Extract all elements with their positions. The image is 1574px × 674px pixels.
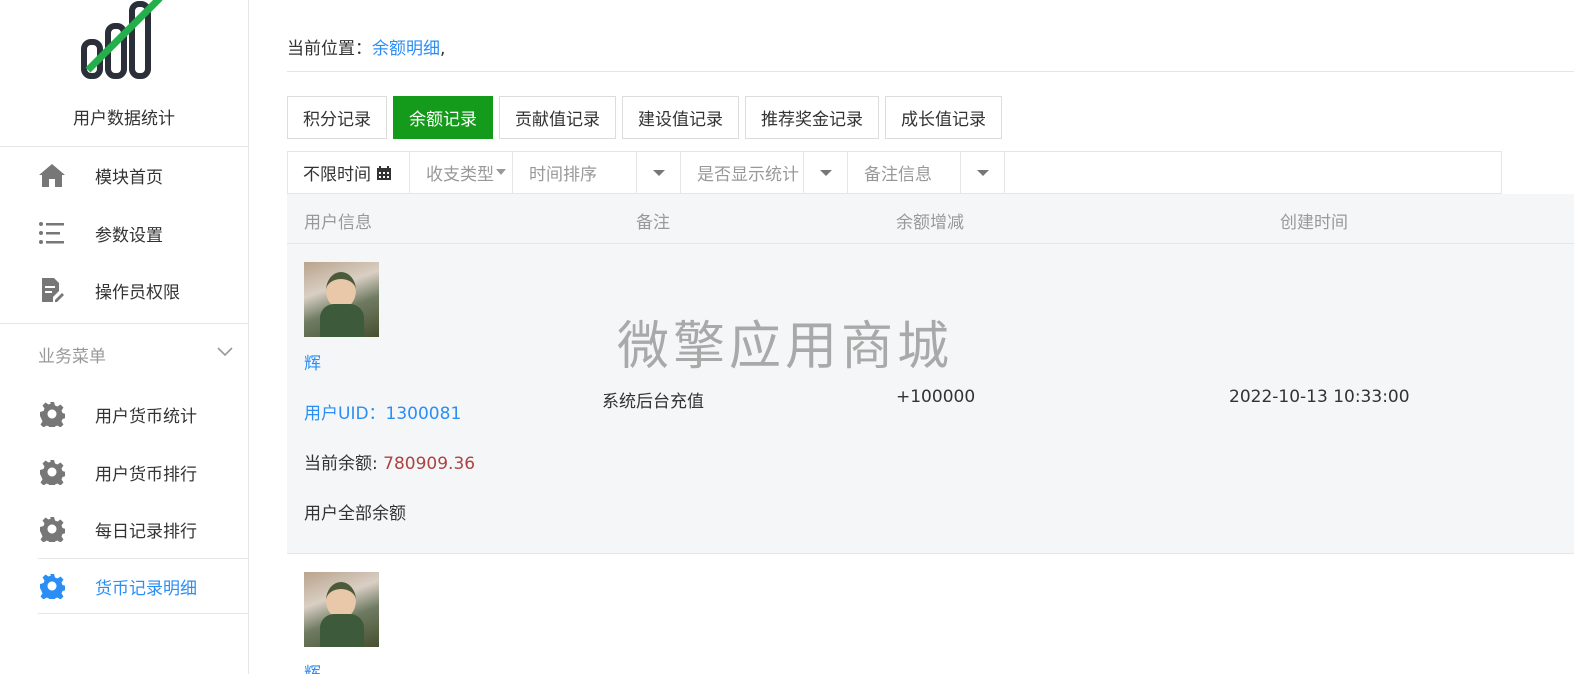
uid-label: 用户UID：	[304, 404, 386, 424]
gear-icon	[38, 458, 66, 486]
caret-down-icon	[652, 169, 665, 176]
remark-cell: 系统后台充值	[602, 392, 704, 412]
tab-growth-record[interactable]: 成长值记录	[885, 96, 1002, 139]
table-row: 辉	[287, 555, 1574, 674]
time-sort-placeholder: 时间排序	[529, 165, 597, 185]
tab-contribution-record[interactable]: 贡献值记录	[499, 96, 616, 139]
sidebar-item-currency-record-detail[interactable]: 货币记录明细	[0, 558, 248, 614]
tab-points-record[interactable]: 积分记录	[287, 96, 387, 139]
sidebar-item-label: 参数设置	[95, 225, 163, 246]
all-balance-link[interactable]: 用户全部余额	[304, 499, 406, 524]
document-edit-icon	[38, 276, 66, 304]
gear-icon	[38, 572, 66, 600]
tab-construction-record[interactable]: 建设值记录	[622, 96, 739, 139]
show-stats-select[interactable]: 是否显示统计	[681, 152, 804, 193]
main-content: 当前位置：余额明细, 积分记录 余额记录 贡献值记录 建设值记录 推荐奖金记录 …	[287, 0, 1574, 674]
breadcrumb: 当前位置：余额明细,	[287, 34, 445, 59]
sidebar-item-label: 每日记录排行	[95, 521, 197, 542]
column-header-balance-change: 余额增减	[896, 213, 964, 233]
caret-down-icon	[976, 169, 989, 176]
column-header-created-time: 创建时间	[1280, 213, 1348, 233]
table-row: 辉 用户UID：1300081 当前余额: 780909.36 用户全部余额 系…	[287, 244, 1574, 554]
section-title: 业务菜单	[38, 346, 106, 367]
gear-icon	[38, 400, 66, 428]
avatar	[304, 262, 379, 337]
sidebar-item-operator-permission[interactable]: 操作员权限	[0, 262, 248, 318]
sidebar-item-params[interactable]: 参数设置	[0, 205, 248, 261]
calendar-icon	[377, 165, 391, 180]
sidebar-item-user-currency-stats[interactable]: 用户货币统计	[0, 386, 248, 442]
show-stats-placeholder: 是否显示统计	[697, 165, 799, 185]
caret-down-icon	[496, 169, 506, 175]
breadcrumb-suffix: ,	[440, 39, 446, 59]
sidebar-item-user-currency-rank[interactable]: 用户货币排行	[0, 444, 248, 500]
caret-down-icon	[819, 169, 832, 176]
sidebar-item-label: 操作员权限	[95, 282, 180, 303]
watermark: 微擎应用商城	[617, 317, 954, 377]
gear-icon	[38, 515, 66, 543]
breadcrumb-link[interactable]: 余额明细	[372, 39, 440, 59]
remark-input[interactable]: 备注信息	[848, 152, 961, 193]
time-sort-dropdown-button[interactable]	[637, 152, 681, 193]
sidebar-item-daily-record-rank[interactable]: 每日记录排行	[0, 501, 248, 557]
sidebar-item-label: 用户货币统计	[95, 406, 197, 427]
avatar	[304, 572, 379, 647]
current-balance: 当前余额: 780909.36	[304, 449, 475, 474]
breadcrumb-prefix: 当前位置：	[287, 39, 372, 59]
sidebar-item-label: 模块首页	[95, 167, 163, 188]
column-header-remark: 备注	[636, 213, 670, 233]
uid-value: 1300081	[385, 404, 462, 424]
tab-referral-bonus-record[interactable]: 推荐奖金记录	[745, 96, 879, 139]
sidebar-item-module-home[interactable]: 模块首页	[0, 147, 248, 203]
tab-balance-record[interactable]: 余额记录	[393, 96, 493, 139]
bar-chart-logo-icon	[81, 0, 163, 79]
chevron-down-icon	[217, 347, 233, 357]
remark-dropdown-button[interactable]	[961, 152, 1005, 193]
balance-value: 780909.36	[383, 454, 476, 474]
balance-change-cell: +100000	[896, 387, 976, 407]
table-header: 用户信息 备注 余额增减 创建时间	[287, 194, 1574, 244]
divider	[38, 613, 248, 614]
filter-bar: 不限时间 收支类型 时间排序 是否显示统计 备注信息	[287, 151, 1502, 194]
income-type-placeholder: 收支类型	[426, 165, 494, 185]
sidebar-item-label: 用户货币排行	[95, 464, 197, 485]
record-tabs: 积分记录 余额记录 贡献值记录 建设值记录 推荐奖金记录 成长值记录	[287, 96, 1002, 139]
divider	[0, 323, 248, 324]
income-type-select[interactable]: 收支类型	[410, 152, 513, 193]
date-filter-value: 不限时间	[303, 165, 371, 185]
list-settings-icon	[38, 219, 66, 247]
home-icon	[38, 161, 66, 189]
user-name-link[interactable]: 辉	[304, 349, 321, 374]
created-time-cell: 2022-10-13 10:33:00	[1229, 387, 1410, 407]
user-uid[interactable]: 用户UID：1300081	[304, 399, 461, 424]
business-menu-toggle[interactable]: 业务菜单	[38, 340, 238, 368]
date-filter[interactable]: 不限时间	[288, 152, 410, 193]
show-stats-dropdown-button[interactable]	[804, 152, 848, 193]
sidebar: 用户数据统计 模块首页 参数设置 操作员权限 业务菜单 用户货币统计 用户货币排…	[0, 0, 249, 674]
logo-area: 用户数据统计	[0, 0, 248, 147]
remark-placeholder: 备注信息	[864, 165, 932, 185]
user-name-link[interactable]: 辉	[304, 659, 321, 674]
sidebar-item-label: 货币记录明细	[95, 578, 197, 599]
column-header-user-info: 用户信息	[304, 213, 372, 233]
divider	[287, 71, 1574, 72]
balance-label: 当前余额:	[304, 454, 384, 474]
time-sort-select[interactable]: 时间排序	[513, 152, 637, 193]
app-title: 用户数据统计	[73, 109, 175, 129]
